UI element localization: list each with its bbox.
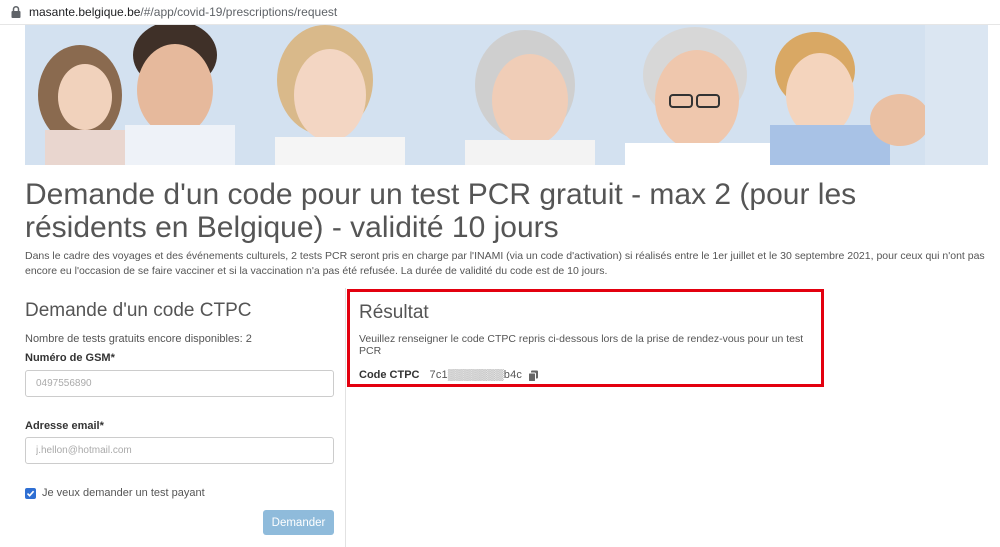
paid-test-checkbox-row[interactable]: Je veux demander un test payant <box>25 487 205 499</box>
email-input[interactable] <box>25 437 334 464</box>
email-label: Adresse email* <box>25 420 104 432</box>
result-panel: Résultat Veuillez renseigner le code CTP… <box>347 289 824 387</box>
copy-icon[interactable] <box>528 369 539 382</box>
check-icon <box>26 490 35 497</box>
browser-url-bar[interactable]: masante.belgique.be/#/app/covid-19/presc… <box>0 0 1000 25</box>
column-divider <box>345 288 346 547</box>
hero-banner-image <box>25 25 988 165</box>
ctpc-code-label: Code CTPC <box>359 369 420 381</box>
ctpc-request-form: Demande d'un code CTPC Nombre de tests g… <box>25 300 335 535</box>
ctpc-code-row: Code CTPC 7c1▒▒▒▒▒▒▒b4c <box>359 369 812 382</box>
lock-icon <box>10 5 22 19</box>
page-title: Demande d'un code pour un test PCR gratu… <box>25 178 857 244</box>
form-title: Demande d'un code CTPC <box>25 300 252 321</box>
result-title: Résultat <box>359 302 429 323</box>
submit-request-button[interactable]: Demander <box>263 510 334 535</box>
gsm-input[interactable] <box>25 370 334 397</box>
paid-test-checkbox[interactable] <box>25 487 36 499</box>
ctpc-code-value[interactable]: 7c1▒▒▒▒▒▒▒b4c <box>430 369 523 381</box>
intro-paragraph: Dans le cadre des voyages et des événeme… <box>25 250 985 277</box>
url-text[interactable]: masante.belgique.be/#/app/covid-19/presc… <box>29 5 337 19</box>
remaining-tests-text: Nombre de tests gratuits encore disponib… <box>25 333 252 345</box>
paid-test-checkbox-label: Je veux demander un test payant <box>42 487 205 499</box>
url-host: masante.belgique.be <box>29 5 141 19</box>
result-description: Veuillez renseigner le code CTPC repris … <box>359 333 804 357</box>
gsm-label: Numéro de GSM* <box>25 352 115 364</box>
url-path: /#/app/covid-19/prescriptions/request <box>140 5 338 19</box>
